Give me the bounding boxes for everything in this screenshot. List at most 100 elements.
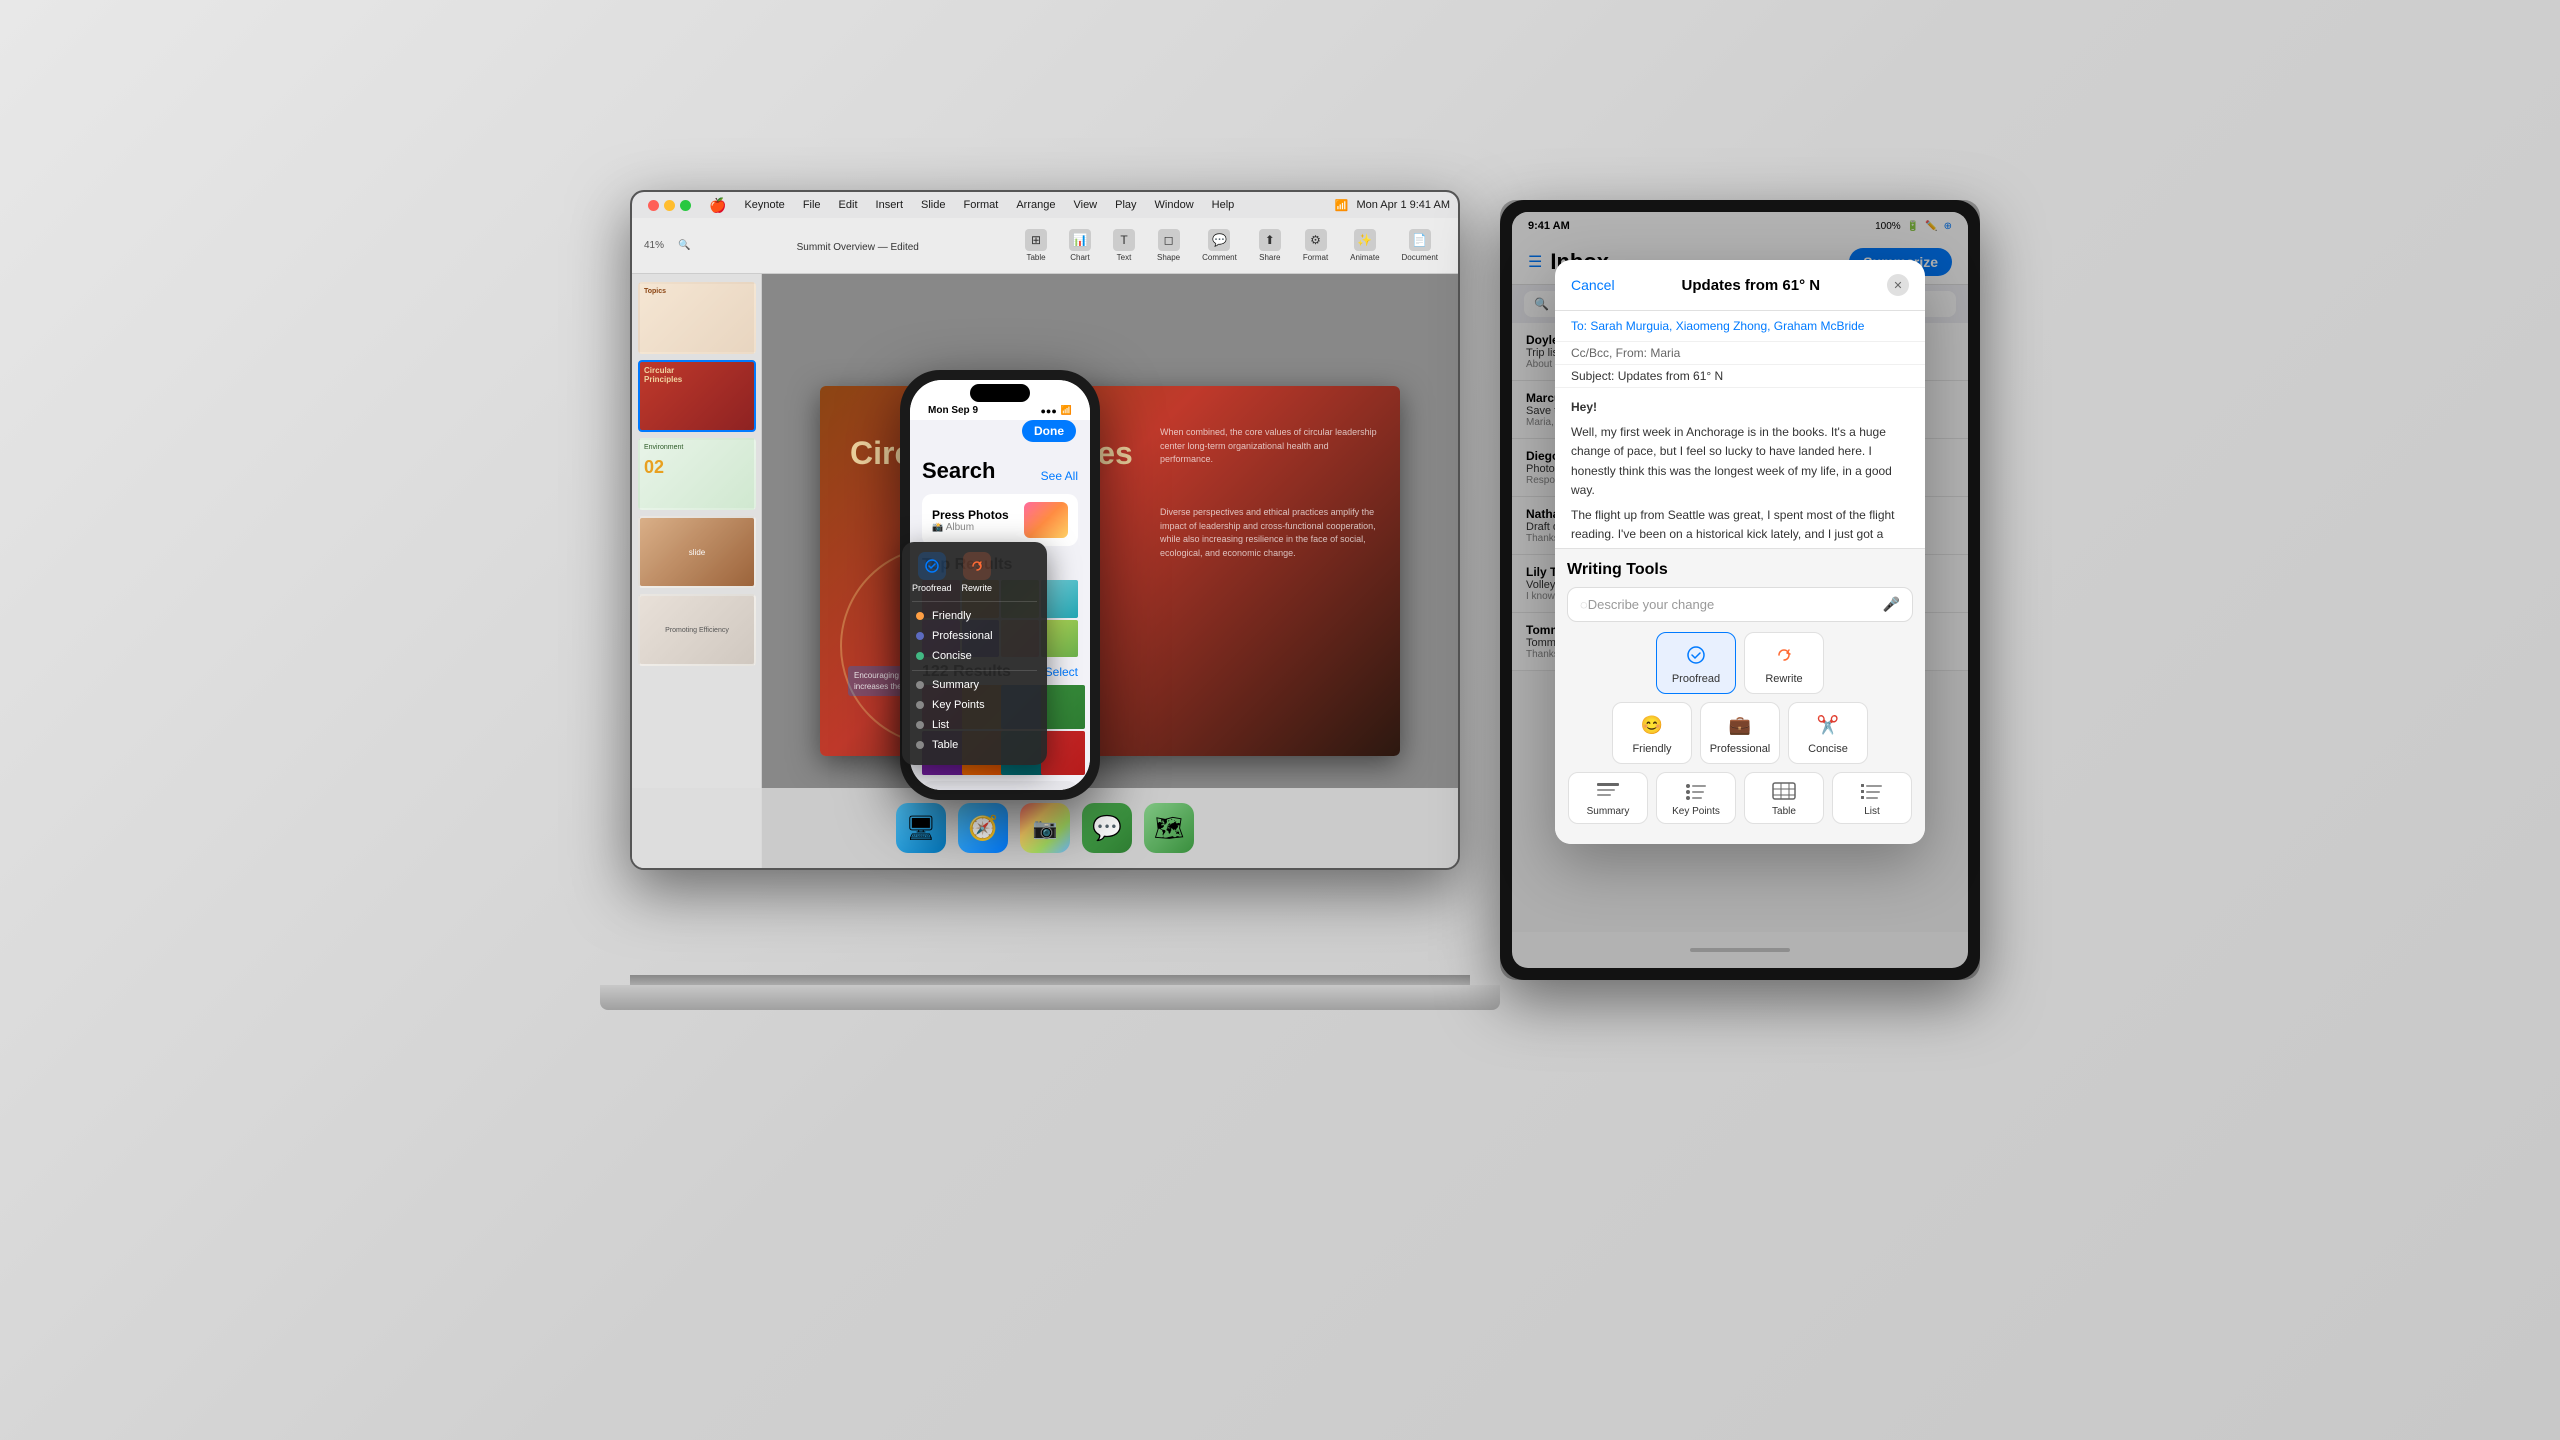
wt-item-keypoints[interactable]: Key Points [912, 695, 1037, 715]
slide-panel: Topics Circular Principles Environment 0… [632, 274, 762, 868]
menu-bar: 🍎 Keynote File Edit Insert Slide Format … [632, 192, 1458, 218]
menu-format[interactable]: Format [960, 197, 1003, 213]
wt-item-summary[interactable]: Summary [912, 675, 1037, 695]
traffic-lights [640, 196, 699, 215]
menu-view[interactable]: View [1069, 197, 1101, 213]
menu-arrange[interactable]: Arrange [1012, 197, 1059, 213]
friendly-dot [916, 612, 924, 620]
result-photo-4[interactable] [1041, 685, 1085, 729]
concise-tool-icon: ✂️ [1814, 711, 1842, 739]
menu-window[interactable]: Window [1151, 197, 1198, 213]
tool-friendly[interactable]: 😊 Friendly [1612, 702, 1692, 764]
table-button[interactable]: ⊞ Table [1017, 225, 1055, 266]
wt-tools-panel: Writing Tools ◌ Describe your change 🎤 [1555, 548, 1925, 844]
zoom-button[interactable]: 🔍 [670, 236, 698, 255]
apple-menu[interactable]: 🍎 [709, 197, 726, 214]
tool-rewrite[interactable]: Rewrite [1744, 632, 1824, 694]
menu-edit[interactable]: Edit [835, 197, 862, 213]
tool-summary[interactable]: Summary [1568, 772, 1648, 824]
wt-tools-title: Writing Tools [1567, 561, 1913, 579]
menu-file[interactable]: File [799, 197, 825, 213]
menu-slide[interactable]: Slide [917, 197, 949, 213]
menu-play[interactable]: Play [1111, 197, 1140, 213]
concise-label: Concise [1808, 743, 1848, 755]
fullscreen-button[interactable] [680, 200, 691, 211]
close-button[interactable] [648, 200, 659, 211]
comment-button[interactable]: 💬 Comment [1194, 225, 1245, 266]
slide-thumb-1[interactable]: Topics [638, 282, 756, 354]
format-button[interactable]: ⚙ Format [1295, 225, 1336, 266]
tool-professional[interactable]: 💼 Professional [1700, 702, 1780, 764]
chart-icon: 📊 [1069, 229, 1091, 251]
slide-body2: Diverse perspectives and ethical practic… [1160, 506, 1380, 560]
modal-title: Updates from 61° N [1615, 277, 1887, 294]
modal-close-button[interactable]: ✕ [1887, 274, 1909, 296]
press-photos-result[interactable]: Press Photos 📸 Album [922, 494, 1078, 546]
text-icon: T [1113, 229, 1135, 251]
writing-tools-modal: Cancel Updates from 61° N ✕ To: Sarah Mu… [1555, 260, 1925, 844]
dock-finder[interactable]: 🖥 [896, 803, 946, 853]
professional-label: Professional [1710, 743, 1771, 755]
share-button[interactable]: ⬆ Share [1251, 225, 1289, 266]
proofread-tool-icon [1682, 641, 1710, 669]
tool-list[interactable]: List [1832, 772, 1912, 824]
list-label: List [1864, 806, 1880, 817]
dock-messages[interactable]: 💬 [1082, 803, 1132, 853]
list-dot [916, 721, 924, 729]
result-photo-8[interactable] [1041, 731, 1085, 775]
tool-key-points[interactable]: Key Points [1656, 772, 1736, 824]
slide-thumb-2[interactable]: Circular Principles [638, 360, 756, 432]
summary-label: Summary [1587, 806, 1630, 817]
wt-item-table[interactable]: Table [912, 735, 1037, 755]
animate-icon: ✨ [1354, 229, 1376, 251]
iphone-notch [970, 384, 1030, 402]
rewrite-button[interactable]: Rewrite [962, 552, 993, 593]
tool-concise[interactable]: ✂️ Concise [1788, 702, 1868, 764]
text-button[interactable]: T Text [1105, 225, 1143, 266]
select-button[interactable]: Select [1045, 665, 1078, 679]
cancel-button[interactable]: Cancel [1571, 277, 1615, 293]
dock-safari[interactable]: 🧭 [958, 803, 1008, 853]
shape-button[interactable]: ◻ Shape [1149, 225, 1188, 266]
slide-thumb-5[interactable]: Promoting Efficiency [638, 594, 756, 666]
modal-subject: Subject: Updates from 61° N [1555, 365, 1925, 388]
summary-tool-icon [1592, 779, 1624, 803]
ipad-screen: 9:41 AM 100% 🔋 ✏️ ⊕ ☰ Inbox Summarize [1512, 212, 1968, 968]
dock-maps[interactable]: 🗺 [1144, 803, 1194, 853]
writing-tools-keynote-popup: Proofread Rewrite [902, 542, 1047, 765]
animate-button[interactable]: ✨ Animate [1342, 225, 1387, 266]
wt-item-professional[interactable]: Professional [912, 626, 1037, 646]
tools-row-1: Proofread Rewrite [1567, 632, 1913, 694]
done-button[interactable]: Done [1022, 420, 1076, 442]
format-icon: ⚙ [1305, 229, 1327, 251]
proofread-icon [918, 552, 946, 580]
menu-help[interactable]: Help [1208, 197, 1239, 213]
mic-icon[interactable]: 🎤 [1883, 596, 1900, 613]
dock-photos[interactable]: 📷 [1020, 803, 1070, 853]
describe-input[interactable]: ◌ Describe your change 🎤 [1567, 587, 1913, 622]
rewrite-label: Rewrite [1765, 673, 1802, 685]
tools-row-2: 😊 Friendly 💼 Professional ✂️ Concise [1567, 702, 1913, 764]
wt-item-list[interactable]: List [912, 715, 1037, 735]
menu-insert[interactable]: Insert [872, 197, 908, 213]
tool-table[interactable]: Table [1744, 772, 1824, 824]
wt-item-concise[interactable]: Concise [912, 646, 1037, 666]
chart-button[interactable]: 📊 Chart [1061, 225, 1099, 266]
wt-item-friendly[interactable]: Friendly [912, 606, 1037, 626]
rewrite-tool-icon [1770, 641, 1798, 669]
minimize-button[interactable] [664, 200, 675, 211]
iphone-status-icons: ●●● 📶 [1040, 405, 1072, 416]
friendly-tool-icon: 😊 [1638, 711, 1666, 739]
iphone-time: Mon Sep 9 [928, 405, 978, 416]
proofread-button[interactable]: Proofread [912, 552, 952, 593]
slide-thumb-3[interactable]: Environment 02 [638, 438, 756, 510]
document-button[interactable]: 📄 Document [1394, 225, 1446, 266]
tool-proofread[interactable]: Proofread [1656, 632, 1736, 694]
search-bar[interactable]: Stacey in NYC wearing her pink coat [922, 781, 1078, 790]
slide-thumb-4[interactable]: slide [638, 516, 756, 588]
keypoints-tool-icon [1680, 779, 1712, 803]
divider2 [912, 670, 1037, 671]
see-all-link[interactable]: See All [1041, 469, 1078, 483]
keypoints-dot [916, 701, 924, 709]
menu-keynote[interactable]: Keynote [740, 197, 788, 213]
